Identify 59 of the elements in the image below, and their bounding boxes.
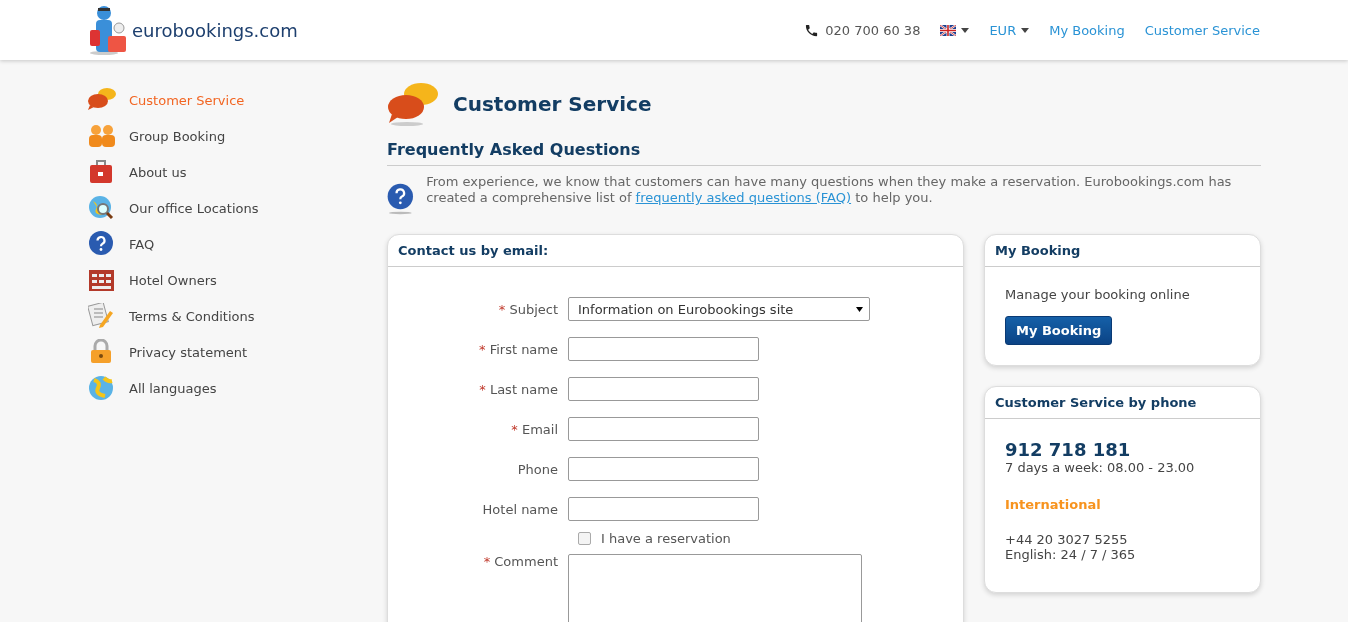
- required-mark: *: [483, 554, 491, 569]
- required-mark: *: [511, 421, 518, 437]
- section-title: Frequently Asked Questions: [387, 140, 1261, 166]
- globe-icon: [88, 375, 116, 401]
- header-link[interactable]: My Booking: [1049, 22, 1125, 38]
- phone-number: +44 20 3027 5255: [1005, 532, 1129, 547]
- sidebar-item[interactable]: Hotel Owners: [88, 262, 387, 298]
- card-text: Manage your booking online: [1005, 287, 1191, 302]
- card-title: My Booking: [985, 235, 1260, 267]
- language-dropdown[interactable]: [940, 24, 970, 36]
- input-field[interactable]: [568, 457, 759, 481]
- card-title: Contact us by email:: [388, 235, 963, 267]
- flag-icon: [940, 24, 957, 36]
- sidebar-item[interactable]: Group Booking: [88, 118, 387, 154]
- subject-dropdown[interactable]: Information on Eurobookings site: [568, 297, 870, 321]
- page-title: Customer Service: [453, 92, 652, 116]
- field-label: Hotel name: [482, 501, 558, 517]
- required-mark: *: [479, 341, 486, 357]
- caret-icon: [856, 306, 863, 312]
- intro-text: From experience, we know that customers can have many questions when they make a reservation. Eurobookings.com has created a comprehensive list of frequently asked questions (FAQ) to help you.: [426, 174, 1233, 207]
- required-mark: *: [479, 381, 486, 397]
- building-icon: [88, 267, 116, 293]
- sidebar-item[interactable]: About us: [88, 154, 387, 190]
- field-label: Phone: [517, 461, 558, 477]
- speech-bubbles-icon: [88, 87, 116, 113]
- sidebar-item[interactable]: FAQ: [88, 226, 387, 262]
- field-label: Comment: [494, 554, 558, 569]
- globe-magnifier-icon: [88, 195, 116, 221]
- international-heading: International: [1005, 497, 1102, 512]
- required-mark: *: [498, 301, 506, 317]
- input-field[interactable]: [568, 337, 759, 361]
- logo-text[interactable]: eurobookings.com: [132, 19, 298, 41]
- sidebar-item[interactable]: Terms & Conditions: [88, 298, 387, 334]
- phone-number: 020 700 60 38: [825, 22, 921, 38]
- field-label: Email: [521, 421, 558, 437]
- input-field[interactable]: [568, 377, 759, 401]
- opening-hours: English: 24 / 7 / 365: [1005, 547, 1137, 562]
- my-booking-button[interactable]: My Booking: [1005, 316, 1113, 345]
- card-title: Customer Service by phone: [985, 387, 1260, 419]
- sidebar-item[interactable]: Our office Locations: [88, 190, 387, 226]
- opening-hours: 7 days a week: 08.00 - 23.00: [1005, 460, 1196, 475]
- field-label: First name: [489, 341, 558, 357]
- document-pencil-icon: [88, 303, 116, 329]
- phone-icon: [804, 22, 820, 38]
- input-field[interactable]: [568, 497, 759, 521]
- question-icon: [88, 231, 116, 257]
- sidebar-item[interactable]: All languages: [88, 370, 387, 406]
- people-icon: [88, 123, 116, 149]
- phone-number: 912 718 181: [1005, 439, 1132, 460]
- comment-field[interactable]: [568, 554, 862, 622]
- caret-icon: [961, 27, 970, 33]
- checkbox[interactable]: [578, 532, 591, 545]
- field-label: Last name: [489, 381, 558, 397]
- sidebar-item[interactable]: Privacy statement: [88, 334, 387, 370]
- input-field[interactable]: [568, 417, 759, 441]
- speech-bubbles-icon: [387, 82, 439, 126]
- caret-icon: [1021, 27, 1030, 33]
- field-label: Subject: [509, 301, 558, 317]
- checkbox-label: I have a reservation: [601, 531, 731, 546]
